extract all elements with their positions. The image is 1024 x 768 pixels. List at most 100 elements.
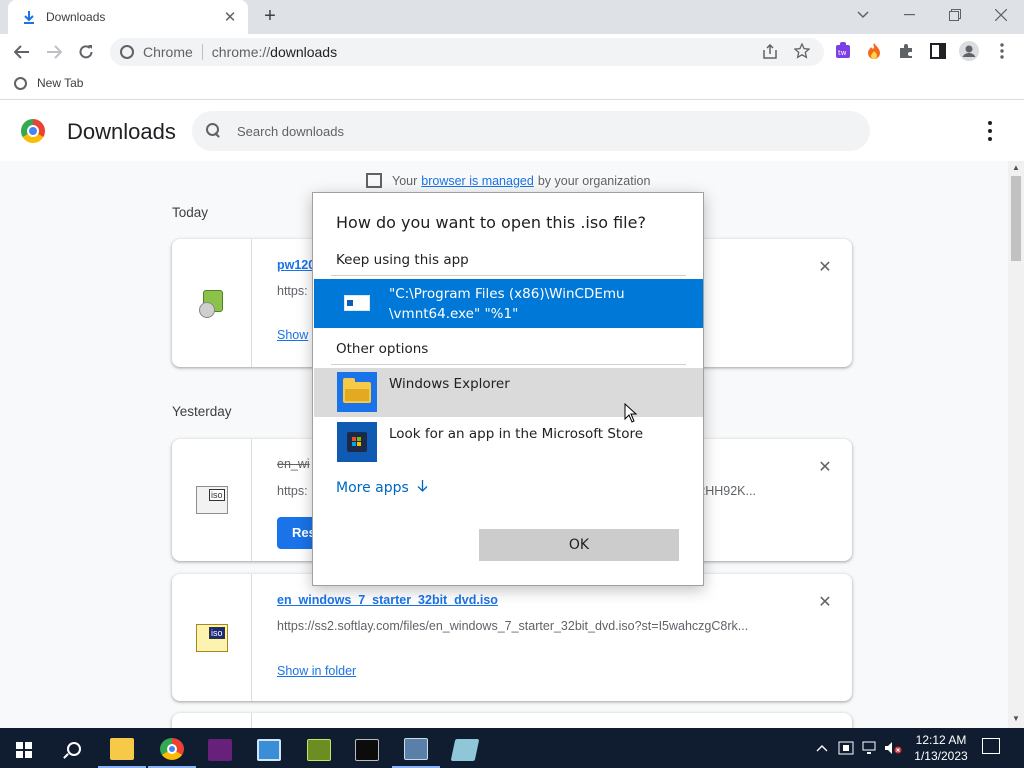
address-bar[interactable]: Chrome chrome://downloads [110,38,824,66]
taskbar-keepass[interactable] [295,732,343,768]
url-text[interactable]: chrome://downloads [212,44,337,60]
tab-downloads[interactable]: Downloads ✕ [8,0,248,34]
site-info-chip[interactable]: Chrome [120,44,193,60]
tab-close-icon[interactable]: ✕ [222,8,238,26]
omnibox-divider [201,44,203,60]
notification-center-icon[interactable] [982,738,1000,754]
current-app-option[interactable]: "C:\Program Files (x86)\WinCDEmu \vmnt64… [314,279,703,328]
more-apps-link[interactable]: More apps [336,480,428,496]
show-in-folder-link[interactable]: Show in folder [277,664,356,678]
close-window-button[interactable] [978,0,1024,30]
show-hidden-icons-chevron[interactable] [816,728,828,768]
download-icon [22,10,36,24]
search-downloads-input[interactable] [237,123,837,139]
windows-explorer-option[interactable]: Windows Explorer [314,368,703,417]
download-url: https: [277,284,308,298]
volume-muted-icon[interactable] [884,728,902,768]
browser-managed-link[interactable]: browser is managed [421,174,534,188]
remove-download-icon[interactable]: ✕ [818,257,832,277]
downloads-header: Downloads [0,101,1024,161]
search-icon [64,742,81,758]
show-in-folder-link[interactable]: Show [277,328,308,342]
scroll-down-arrow-icon[interactable]: ▼ [1012,714,1020,723]
building-icon [366,173,382,188]
download-url: https: [277,484,308,498]
page-scrollbar[interactable]: ▲ ▼ [1008,161,1024,728]
taskbar-search-button[interactable] [48,732,96,768]
download-item [172,713,852,728]
keep-using-label: Keep using this app [336,252,469,268]
download-item-icon-cell [172,713,252,728]
taskbar-chrome[interactable] [148,732,196,768]
key-icon [307,739,331,761]
other-options-label: Other options [336,341,429,357]
download-file-name[interactable]: pw120 [277,258,315,272]
search-icon [206,123,222,139]
windows-logo-icon [16,742,32,758]
browser-menu-icon[interactable] [991,40,1013,62]
back-button[interactable] [10,40,34,64]
minimize-button[interactable] [886,0,932,30]
installer-icon [404,738,428,760]
ok-button[interactable]: OK [479,529,679,561]
divider [331,364,686,365]
taskbar-visual-studio[interactable] [196,732,244,768]
option-label: Windows Explorer [389,376,510,392]
option-label: Look for an app in the Microsoft Store [389,426,644,442]
windows-taskbar: 12:12 AM 1/13/2023 [0,728,1024,768]
start-button[interactable] [0,732,48,768]
file-explorer-icon [337,372,377,412]
profile-avatar-icon[interactable] [958,40,980,62]
forward-button[interactable] [42,40,66,64]
folder-icon [110,738,134,760]
side-panel-icon[interactable] [927,40,949,62]
microsoft-store-icon [337,422,377,462]
iso-file-icon: iso [195,623,228,652]
restore-button[interactable] [932,0,978,30]
download-item-icon-cell: iso [172,574,252,701]
download-url: https://ss2.softlay.com/files/en_windows… [277,619,749,633]
reload-button[interactable] [74,40,98,64]
cd-package-icon [198,288,225,318]
download-item-icon-cell: iso [172,439,252,561]
remove-download-icon[interactable]: ✕ [818,457,832,477]
network-icon[interactable] [862,728,878,768]
chrome-page-icon [120,45,134,59]
bookmark-new-tab[interactable]: New Tab [14,76,83,90]
taskbar-notepad[interactable] [441,732,489,768]
microsoft-store-option[interactable]: Look for an app in the Microsoft Store [314,418,703,467]
scrollbar-thumb[interactable] [1011,176,1021,261]
extension-puzzle-purple-icon[interactable]: tw [832,40,854,62]
section-today: Today [172,205,209,220]
clock-date: 1/13/2023 [914,749,968,763]
clock-time: 12:12 AM [915,733,967,747]
terminal-icon [355,739,379,761]
download-file-name[interactable]: en_windows_7_starter_32bit_dvd.iso [277,593,498,607]
download-file-name[interactable]: en_wi [277,457,310,471]
tray-app-icon[interactable] [838,728,854,768]
tab-search-icon[interactable] [840,0,886,30]
taskbar-remote-desktop[interactable] [245,732,293,768]
search-downloads-box[interactable] [192,111,870,151]
extension-fire-icon[interactable] [863,40,885,62]
visual-studio-icon [208,739,232,761]
extensions-puzzle-icon[interactable] [895,40,917,62]
system-clock[interactable]: 12:12 AM 1/13/2023 [906,732,976,764]
arrow-down-icon [417,480,428,496]
site-label: Chrome [143,44,193,60]
bookmark-star-icon[interactable] [791,40,813,62]
new-tab-button[interactable]: + [258,5,282,29]
divider [331,275,686,276]
iso-file-icon: iso [195,486,228,514]
page-title: Downloads [67,119,176,144]
taskbar-file-explorer[interactable] [98,732,146,768]
downloads-menu-icon[interactable] [982,121,998,141]
taskbar-command-prompt[interactable] [343,732,391,768]
chrome-logo-icon [21,119,45,143]
current-app-label: "C:\Program Files (x86)\WinCDEmu \vmnt64… [389,286,625,322]
scroll-up-arrow-icon[interactable]: ▲ [1012,163,1020,172]
remove-download-icon[interactable]: ✕ [818,592,832,612]
share-icon[interactable] [759,40,781,62]
taskbar-package-installer[interactable] [392,732,440,768]
managed-notice: Your browser is managed by your organiza… [366,173,650,188]
